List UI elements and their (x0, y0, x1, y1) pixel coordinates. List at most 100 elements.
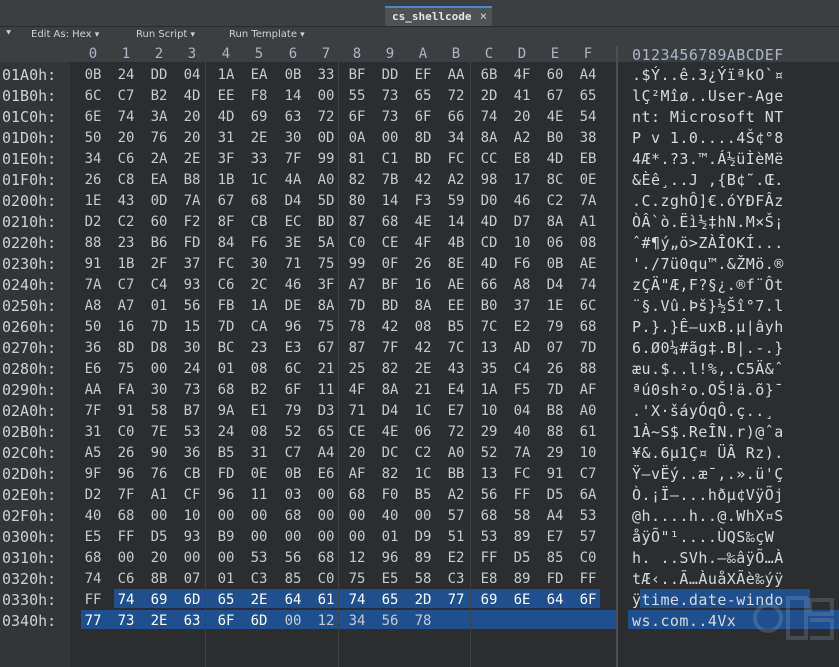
hex-byte[interactable]: 42 (412, 172, 434, 188)
ascii-text[interactable]: 4Æ*.?3.™.Á½üÌèMë (632, 150, 784, 168)
hex-byte[interactable]: 00 (181, 550, 203, 566)
hex-byte[interactable]: 0B (282, 67, 304, 83)
hex-byte[interactable]: A7 (346, 277, 368, 293)
hex-byte[interactable]: 7F (82, 403, 104, 419)
hex-byte[interactable]: EF (412, 67, 434, 83)
ascii-text[interactable]: 6.Ø0¼#ãg‡.B|.-.} (632, 339, 784, 357)
hex-byte[interactable]: 08 (577, 235, 599, 251)
hex-byte[interactable]: 57 (577, 529, 599, 545)
hex-byte[interactable]: AA (445, 67, 467, 83)
hex-byte[interactable]: 6E (82, 109, 104, 125)
hex-byte[interactable]: C7 (577, 466, 599, 482)
hex-byte[interactable]: D9 (412, 529, 434, 545)
hex-byte[interactable]: 00 (346, 529, 368, 545)
hex-byte[interactable]: 1B (115, 256, 137, 272)
hex-byte[interactable]: DD (379, 67, 401, 83)
run-template-dropdown[interactable]: Run Template ▾ (229, 29, 305, 40)
hex-byte[interactable]: AF (577, 382, 599, 398)
hex-byte[interactable]: 14 (282, 88, 304, 104)
hex-byte[interactable]: B2 (248, 382, 270, 398)
hex-byte[interactable]: 04 (511, 403, 533, 419)
hex-byte[interactable]: A8 (511, 277, 533, 293)
hex-byte[interactable]: 00 (282, 529, 304, 545)
hex-byte[interactable]: 58 (511, 508, 533, 524)
ascii-text[interactable]: ¨§.Vû.Þš}½Šî°7.l (632, 297, 784, 315)
hex-byte[interactable]: 8B (148, 571, 170, 587)
hex-byte[interactable]: 91 (544, 466, 566, 482)
hex-byte[interactable]: 60 (544, 67, 566, 83)
hex-byte[interactable]: 1B (215, 172, 237, 188)
hex-byte[interactable]: 50 (82, 319, 104, 335)
hex-byte[interactable]: 56 (282, 550, 304, 566)
hex-byte[interactable]: 17 (511, 172, 533, 188)
ascii-text[interactable]: zÇÄ"Æ,F?§¿.®f¨Ôt (632, 276, 784, 294)
hex-byte[interactable]: 53 (478, 529, 500, 545)
hex-byte[interactable]: 0E (248, 466, 270, 482)
hex-byte[interactable]: 68 (379, 214, 401, 230)
hex-byte[interactable]: 53 (248, 550, 270, 566)
hex-byte[interactable]: B8 (181, 172, 203, 188)
hex-byte[interactable]: 89 (412, 550, 434, 566)
hex-byte[interactable]: 7A (577, 193, 599, 209)
hex-byte[interactable]: CB (181, 466, 203, 482)
hex-byte[interactable]: B8 (544, 403, 566, 419)
hex-byte[interactable]: 54 (577, 109, 599, 125)
hex-byte[interactable]: CC (478, 151, 500, 167)
hex-byte[interactable]: 00 (315, 487, 337, 503)
hex-byte[interactable]: 6F (577, 592, 599, 608)
hex-byte[interactable]: DE (282, 298, 304, 314)
hex-byte[interactable]: 61 (315, 592, 337, 608)
hex-byte[interactable]: 76 (148, 130, 170, 146)
hex-byte[interactable]: 87 (346, 340, 368, 356)
hex-byte[interactable]: 2C (248, 277, 270, 293)
hex-byte[interactable]: 1E (82, 193, 104, 209)
hex-byte[interactable]: A4 (544, 508, 566, 524)
hex-byte[interactable]: 2A (148, 151, 170, 167)
hex-byte[interactable]: 56 (379, 613, 401, 629)
hex-byte[interactable]: 26 (115, 445, 137, 461)
hex-byte[interactable]: 85 (282, 571, 304, 587)
hex-byte[interactable]: 7D (148, 319, 170, 335)
hex-byte[interactable]: 96 (282, 319, 304, 335)
hex-byte[interactable]: BF (346, 67, 368, 83)
hex-byte[interactable]: 65 (215, 592, 237, 608)
hex-byte[interactable]: 6C (577, 298, 599, 314)
hex-byte[interactable]: 16 (115, 319, 137, 335)
hex-byte[interactable]: F8 (248, 88, 270, 104)
hex-byte[interactable]: B9 (215, 529, 237, 545)
hex-byte[interactable]: FF (82, 592, 104, 608)
hex-byte[interactable]: C6 (115, 151, 137, 167)
hex-byte[interactable]: 65 (379, 592, 401, 608)
hex-byte[interactable]: 06 (544, 235, 566, 251)
hex-byte[interactable]: AE (445, 277, 467, 293)
hex-byte[interactable]: 5D (315, 193, 337, 209)
hex-byte[interactable]: E8 (478, 571, 500, 587)
hex-byte[interactable]: 6C (82, 88, 104, 104)
hex-byte[interactable]: 1C (412, 466, 434, 482)
hex-byte[interactable]: 6F (215, 613, 237, 629)
hex-byte[interactable]: 68 (478, 508, 500, 524)
hex-byte[interactable]: 91 (115, 403, 137, 419)
hex-byte[interactable]: D7 (511, 214, 533, 230)
hex-byte[interactable]: 8F (215, 214, 237, 230)
hex-byte[interactable]: FC (511, 466, 533, 482)
hex-byte[interactable]: 07 (181, 571, 203, 587)
hex-byte[interactable]: 10 (478, 403, 500, 419)
hex-byte[interactable]: 71 (346, 403, 368, 419)
hex-byte[interactable]: 6F (412, 109, 434, 125)
hex-byte[interactable]: 8A (478, 130, 500, 146)
hex-byte[interactable]: FD (215, 466, 237, 482)
hex-byte[interactable]: 2E (148, 613, 170, 629)
hex-byte[interactable]: 12 (346, 550, 368, 566)
hex-byte[interactable]: 87 (346, 214, 368, 230)
hex-byte[interactable]: 01 (215, 361, 237, 377)
hex-byte[interactable]: F2 (181, 214, 203, 230)
hex-byte[interactable]: 00 (282, 613, 304, 629)
hex-byte[interactable]: 00 (115, 550, 137, 566)
hex-byte[interactable]: 96 (115, 466, 137, 482)
ascii-text[interactable]: Ÿ–vËý..æ¯‚.».ü'Ç (632, 465, 784, 483)
tab-cs-shellcode[interactable]: cs_shellcode × (385, 6, 492, 26)
hex-byte[interactable]: 43 (445, 361, 467, 377)
hex-byte[interactable]: 26 (544, 361, 566, 377)
hex-byte[interactable]: 4D (544, 151, 566, 167)
